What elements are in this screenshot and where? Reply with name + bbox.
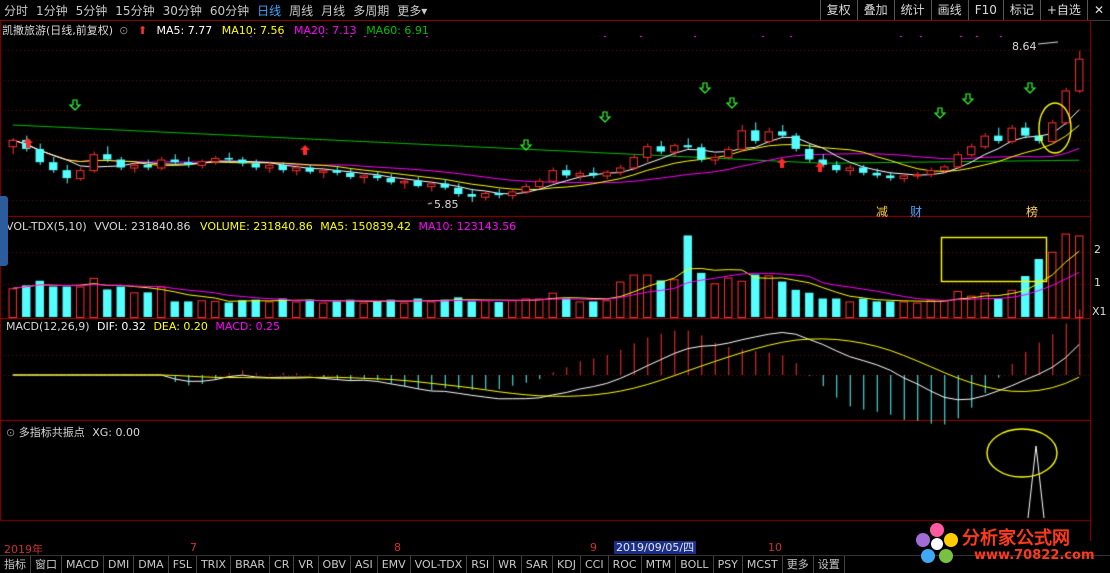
period-tab-10[interactable]: 更多▾ bbox=[393, 2, 431, 19]
indicator-tab-7[interactable]: BRAR bbox=[231, 556, 271, 573]
indicator-tab-5[interactable]: FSL bbox=[169, 556, 197, 573]
ma10-label: MA10: 7.56 bbox=[221, 24, 285, 37]
indicator-tab-24[interactable]: 更多 bbox=[783, 556, 814, 573]
toolbar-action-6[interactable]: +自选 bbox=[1039, 0, 1087, 20]
period-tab-0[interactable]: 分时 bbox=[0, 2, 32, 19]
toolbar-action-4[interactable]: F10 bbox=[967, 0, 1003, 20]
period-tab-5[interactable]: 60分钟 bbox=[206, 2, 253, 19]
dif-label: DIF: 0.32 bbox=[97, 320, 146, 333]
settings-icon[interactable]: ⊙ bbox=[6, 426, 15, 439]
indicator-tab-25[interactable]: 设置 bbox=[814, 556, 845, 573]
indicator-tab-14[interactable]: RSI bbox=[467, 556, 495, 573]
watermark-url: www.70822.com bbox=[974, 548, 1095, 563]
macd-value-label: MACD: 0.25 bbox=[215, 320, 281, 333]
vvol-label: VVOL: 231840.86 bbox=[94, 220, 191, 233]
indicator-tab-2[interactable]: MACD bbox=[62, 556, 104, 573]
toolbar-action-2[interactable]: 统计 bbox=[893, 0, 931, 20]
indicator-tab-18[interactable]: CCI bbox=[581, 556, 609, 573]
vol-axis-2: 2 bbox=[1094, 243, 1101, 256]
indicator-tab-1[interactable]: 窗口 bbox=[31, 556, 62, 573]
dea-label: DEA: 0.20 bbox=[153, 320, 208, 333]
indicator-tab-12[interactable]: EMV bbox=[378, 556, 411, 573]
vol-ma5-label: MA5: 150839.42 bbox=[320, 220, 411, 233]
macd-legend: MACD(12,26,9) DIF: 0.32 DEA: 0.20 MACD: … bbox=[6, 320, 280, 333]
toolbar-action-0[interactable]: 复权 bbox=[819, 0, 857, 20]
toolbar-action-1[interactable]: 叠加 bbox=[856, 0, 894, 20]
cursor-date: 2019/09/05/四 bbox=[614, 541, 697, 554]
vol-title: VOL-TDX(5,10) bbox=[6, 220, 87, 233]
volume-label: VOLUME: 231840.86 bbox=[200, 220, 313, 233]
side-panel-handle[interactable] bbox=[0, 196, 8, 266]
vol-ma10-label: MA10: 123143.56 bbox=[418, 220, 517, 233]
period-tab-2[interactable]: 5分钟 bbox=[72, 2, 112, 19]
period-tab-4[interactable]: 30分钟 bbox=[159, 2, 206, 19]
indicator-tab-10[interactable]: OBV bbox=[319, 556, 351, 573]
indicator-tab-4[interactable]: DMA bbox=[134, 556, 169, 573]
xg-label: XG: 0.00 bbox=[92, 426, 140, 439]
indicator-tab-6[interactable]: TRIX bbox=[197, 556, 232, 573]
indicator-tab-9[interactable]: VR bbox=[294, 556, 319, 573]
date-label-8: 8 bbox=[394, 541, 401, 554]
signal-title: 多指标共振点 bbox=[18, 426, 85, 439]
indicator-tab-13[interactable]: VOL-TDX bbox=[411, 556, 468, 573]
indicator-tab-0[interactable]: 指标 bbox=[0, 556, 31, 573]
date-label-9: 9 bbox=[590, 541, 597, 554]
low-price-label: 5.85 bbox=[434, 198, 459, 211]
period-tab-7[interactable]: 周线 bbox=[285, 2, 317, 19]
stock-chart-canvas[interactable] bbox=[0, 20, 1110, 541]
toolbar-actions: 复权 叠加 统计 画线 F10 标记 +自选 ✕ bbox=[819, 0, 1110, 20]
arrow-up-icon: ⬆ bbox=[137, 24, 148, 37]
indicator-tab-16[interactable]: SAR bbox=[522, 556, 554, 573]
watermark: 分析家公式网 www.70822.com bbox=[912, 520, 1110, 570]
signal-legend: ⊙ 多指标共振点 XG: 0.00 bbox=[6, 424, 140, 440]
period-tab-3[interactable]: 15分钟 bbox=[111, 2, 158, 19]
marker-finance[interactable]: 财 bbox=[910, 203, 922, 220]
toolbar-action-3[interactable]: 画线 bbox=[930, 0, 968, 20]
settings-icon[interactable]: ⊙ bbox=[119, 24, 128, 37]
period-tab-8[interactable]: 月线 bbox=[317, 2, 349, 19]
close-icon[interactable]: ✕ bbox=[1086, 0, 1110, 20]
main-legend: 凯撒旅游(日线,前复权) ⊙ ⬆ MA5: 7.77 MA10: 7.56 MA2… bbox=[2, 22, 435, 38]
indicator-tab-3[interactable]: DMI bbox=[104, 556, 135, 573]
indicator-tab-15[interactable]: WR bbox=[494, 556, 522, 573]
marker-reduce[interactable]: 减 bbox=[876, 203, 888, 220]
indicator-tab-22[interactable]: PSY bbox=[714, 556, 743, 573]
period-tab-9[interactable]: 多周期 bbox=[349, 2, 393, 19]
indicator-tab-19[interactable]: ROC bbox=[609, 556, 642, 573]
indicator-tab-11[interactable]: ASI bbox=[351, 556, 378, 573]
toolbar-action-5[interactable]: 标记 bbox=[1002, 0, 1040, 20]
stock-title: 凯撒旅游(日线,前复权) bbox=[2, 24, 114, 37]
period-tab-6[interactable]: 日线 bbox=[253, 2, 285, 19]
indicator-tab-20[interactable]: MTM bbox=[642, 556, 677, 573]
macd-title: MACD(12,26,9) bbox=[6, 320, 90, 333]
ma60-label: MA60: 6.91 bbox=[366, 24, 429, 37]
period-tab-1[interactable]: 1分钟 bbox=[32, 2, 72, 19]
indicator-tab-23[interactable]: MCST bbox=[743, 556, 783, 573]
volume-legend: VOL-TDX(5,10) VVOL: 231840.86 VOLUME: 23… bbox=[6, 220, 516, 233]
date-label-10: 10 bbox=[768, 541, 782, 554]
period-toolbar: 分时 1分钟 5分钟 15分钟 30分钟 60分钟 日线 周线 月线 多周期 更多▾ 复权 叠加 统计画… bbox=[0, 0, 1110, 21]
marker-list[interactable]: 榜 bbox=[1026, 203, 1038, 220]
vol-axis-x1: X1 bbox=[1092, 305, 1107, 318]
vol-axis-1: 1 bbox=[1094, 276, 1101, 289]
watermark-text: 分析家公式网 bbox=[962, 528, 1070, 549]
ma20-label: MA20: 7.13 bbox=[293, 24, 357, 37]
flower-logo-icon bbox=[916, 523, 958, 563]
ma5-label: MA5: 7.77 bbox=[156, 24, 213, 37]
indicator-tab-17[interactable]: KDJ bbox=[553, 556, 581, 573]
indicator-tab-8[interactable]: CR bbox=[270, 556, 295, 573]
indicator-tab-21[interactable]: BOLL bbox=[676, 556, 714, 573]
date-label-7: 7 bbox=[190, 541, 197, 554]
high-price-label: 8.64 bbox=[1012, 40, 1037, 53]
period-tabs: 分时 1分钟 5分钟 15分钟 30分钟 60分钟 日线 周线 月线 多周期 更多▾ bbox=[0, 0, 431, 20]
